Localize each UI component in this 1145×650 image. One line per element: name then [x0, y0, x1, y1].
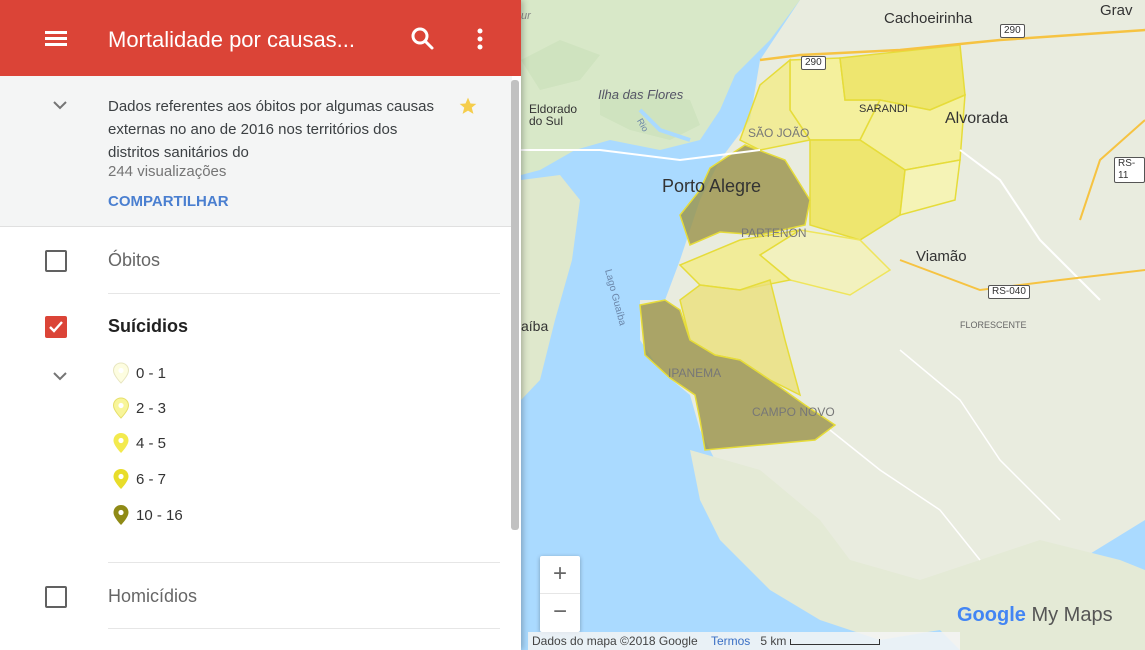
scale-bar [789, 638, 880, 645]
road-shield-290-top: 290 [801, 56, 826, 70]
place-label-guaiba: aíba [521, 318, 549, 334]
district-label-florescente: FLORESCENTE [960, 320, 1027, 330]
layer-homicidios: Homicídios [0, 563, 512, 629]
district-label-partenon: PARTENON [741, 226, 807, 240]
terms-link[interactable]: Termos [711, 634, 750, 648]
place-label-viamao: Viamão [916, 248, 967, 265]
legend-label: 0 - 1 [136, 365, 167, 382]
brand-my-maps: My Maps [1031, 604, 1113, 626]
layer-obitos-checkbox[interactable] [45, 250, 67, 272]
legend-label: 6 - 7 [136, 471, 167, 488]
place-label-porto-alegre: Porto Alegre [662, 176, 762, 196]
layer-obitos-name[interactable]: Óbitos [108, 250, 160, 271]
layer-suicidios-checkbox[interactable] [45, 316, 67, 338]
star-icon[interactable] [458, 96, 478, 116]
chevron-down-icon[interactable] [50, 98, 70, 112]
zoom-control: + − [540, 556, 580, 632]
map-attribution-bar: Dados do mapa ©2018 Google Termos 5 km [528, 632, 960, 650]
share-button[interactable]: COMPARTILHAR [108, 193, 229, 210]
place-label-ilha-das-flores: Ilha das Flores [598, 87, 684, 102]
road-shield-rs11: RS-11 [1114, 157, 1145, 183]
layer-homicidios-checkbox[interactable] [45, 586, 67, 608]
brand-google: Google [957, 604, 1026, 626]
view-count: 244 visualizações [108, 163, 227, 180]
road-shield-rs040: RS-040 [988, 285, 1030, 299]
place-label-do-sul: do Sul [529, 114, 564, 128]
place-label-grav: Grav [1100, 2, 1133, 19]
map-info-section: Dados referentes aos óbitos por algumas … [0, 76, 512, 227]
map-description: Dados referentes aos óbitos por algumas … [108, 98, 435, 161]
layer-suicidios: Suícidios [0, 294, 512, 562]
map-pin-icon [113, 433, 129, 453]
layer-divider [108, 628, 500, 629]
place-label-cachoeirinha: Cachoeirinha [884, 10, 973, 27]
search-icon[interactable] [408, 24, 438, 54]
district-label-campo-novo: CAMPO NOVO [752, 405, 835, 419]
zoom-in-button[interactable]: + [540, 556, 580, 594]
panel-scrollbar[interactable] [511, 80, 519, 530]
layer-obitos: Óbitos [0, 228, 512, 294]
layer-homicidios-name[interactable]: Homicídios [108, 586, 197, 607]
scale-label: 5 km [760, 634, 787, 648]
map-pin-icon [113, 505, 129, 525]
road-shield-290-right: 290 [1000, 24, 1025, 38]
attribution-text: Dados do mapa ©2018 Google [532, 634, 698, 648]
legend-label: 2 - 3 [136, 400, 167, 417]
google-my-maps-logo: Google My Maps [957, 604, 1113, 627]
place-label-rua: ur [521, 10, 531, 22]
district-label-sarandi: SARANDI [859, 103, 908, 115]
map-title: Mortalidade por causas... [108, 27, 356, 52]
layer-suicidios-name[interactable]: Suícidios [108, 316, 188, 337]
legend-label: 4 - 5 [136, 435, 167, 452]
my-maps-app: Cachoeirinha Grav Ilha das Flores Eldora… [0, 0, 1145, 650]
chevron-down-icon[interactable] [50, 369, 70, 383]
side-panel: Mortalidade por causas... Dados referent… [0, 0, 521, 650]
map-pin-icon [113, 469, 129, 489]
menu-icon[interactable] [42, 28, 70, 50]
place-label-alvorada: Alvorada [945, 110, 1009, 127]
map-pin-icon [112, 397, 130, 419]
more-vert-icon[interactable] [468, 24, 492, 54]
district-label-sao-joao: SÃO JOÃO [748, 126, 810, 140]
legend-label: 10 - 16 [136, 507, 183, 524]
header-bar: Mortalidade por causas... [0, 0, 521, 76]
map-pin-icon [112, 362, 130, 384]
zoom-out-button[interactable]: − [540, 594, 580, 632]
district-label-ipanema: IPANEMA [668, 366, 722, 380]
